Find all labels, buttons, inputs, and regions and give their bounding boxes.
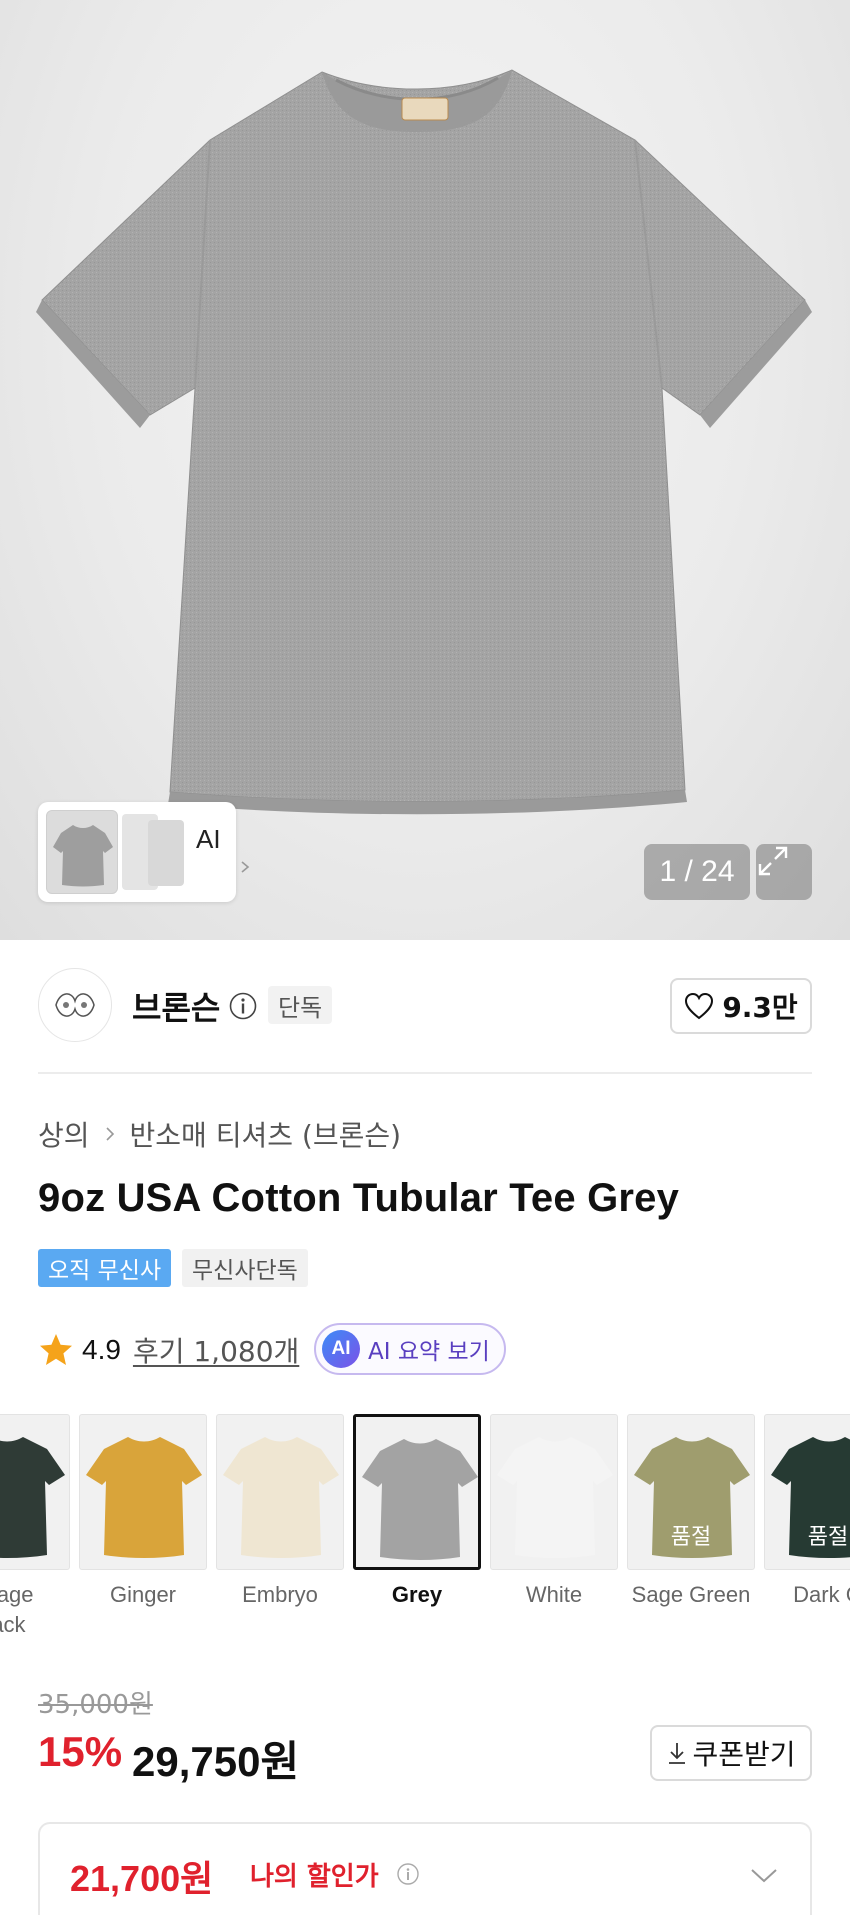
- coupon-button[interactable]: 쿠폰받기: [650, 1725, 812, 1781]
- like-count: 9.3만: [722, 991, 798, 1024]
- rating-score: 4.9: [82, 1334, 121, 1365]
- my-discount-panel[interactable]: 21,700원 나의 할인가: [38, 1822, 812, 1915]
- tag-musinsa-exclusive: 무신사단독: [182, 1249, 308, 1287]
- my-price: 21,700원: [70, 1858, 214, 1899]
- soldout-label: 품절: [807, 1525, 849, 1550]
- breadcrumb: 상의 반소매 티셔츠 (브론슨): [38, 1114, 401, 1154]
- my-price-label: 나의 할인가: [250, 1862, 379, 1892]
- swatch-label: Ginger: [109, 1582, 177, 1607]
- review-count-link[interactable]: 후기 1,080개: [133, 1330, 299, 1370]
- tshirt-image: [36, 69, 812, 815]
- chevron-down-icon[interactable]: [750, 1868, 778, 1884]
- star-icon: [40, 1334, 72, 1365]
- info-icon[interactable]: [396, 1862, 420, 1886]
- swatch-image: 품절: [764, 1414, 850, 1570]
- swatch-image: [353, 1414, 481, 1570]
- swatch-label: Sage Green: [631, 1582, 751, 1607]
- download-icon: [669, 1743, 686, 1764]
- color-swatch-grey[interactable]: Grey: [353, 1414, 481, 1610]
- rating-row: 4.9 후기 1,080개: [38, 1324, 299, 1376]
- color-swatch-vintage-black[interactable]: ntagelack: [0, 1414, 70, 1634]
- ai-label: AI: [196, 824, 221, 854]
- swatch-image: 품절: [627, 1414, 755, 1570]
- color-swatch-embryo[interactable]: Embryo: [216, 1414, 344, 1610]
- soldout-label: 품절: [670, 1525, 712, 1550]
- chevron-right-icon: [241, 861, 250, 873]
- swatch-label: Dark G: [793, 1582, 850, 1607]
- swatch-image: [79, 1414, 207, 1570]
- like-button[interactable]: 9.3만: [670, 978, 812, 1034]
- swatch-label: Grey: [391, 1582, 443, 1607]
- exclusive-badge: 단독: [268, 986, 333, 1024]
- thumbnail-front: [46, 810, 118, 894]
- thumbnail-back: [148, 820, 184, 886]
- original-price: 35,000원: [38, 1690, 153, 1720]
- heart-icon: [685, 992, 714, 1020]
- color-swatch-dark-green[interactable]: 품절 Dark G: [764, 1414, 850, 1610]
- expand-button[interactable]: [756, 844, 812, 900]
- color-swatch-sage-green[interactable]: 품절 Sage Green: [627, 1414, 755, 1610]
- ai-thumbnail-strip[interactable]: AI: [38, 802, 250, 902]
- breadcrumb-category[interactable]: 상의: [38, 1114, 90, 1154]
- coupon-label: 쿠폰받기: [692, 1738, 796, 1771]
- discount-rate: 15%: [38, 1728, 123, 1775]
- ai-summary-label: AI 요약 보기: [368, 1339, 490, 1365]
- color-swatch-ginger[interactable]: Ginger: [79, 1414, 207, 1610]
- info-icon[interactable]: [228, 991, 258, 1021]
- swatch-image: [0, 1414, 70, 1570]
- swatch-image: [216, 1414, 344, 1570]
- swatch-label: ntagelack: [0, 1582, 34, 1634]
- color-options: ntagelack Ginger Embryo Grey White 품절 Sage Gre…: [0, 1414, 850, 1634]
- swatch-label: White: [525, 1582, 583, 1607]
- ai-summary-button[interactable]: AI AI 요약 보기: [314, 1323, 506, 1375]
- swatch-image: [490, 1414, 618, 1570]
- brand-name[interactable]: 브론슨: [132, 983, 220, 1029]
- tag-only-musinsa: 오직 무신사: [38, 1249, 172, 1287]
- sale-price: 29,750원: [132, 1738, 300, 1785]
- product-image[interactable]: AI 1 / 24: [0, 0, 850, 940]
- product-title: 9oz USA Cotton Tubular Tee Grey: [38, 1176, 680, 1220]
- swatch-label: Embryo: [242, 1582, 318, 1607]
- color-swatch-white[interactable]: White: [490, 1414, 618, 1610]
- ai-badge-icon: AI: [322, 1330, 360, 1368]
- divider: [38, 1072, 812, 1074]
- breadcrumb-subcategory[interactable]: 반소매 티셔츠 (브론슨): [130, 1114, 402, 1154]
- image-counter: 1 / 24: [644, 844, 750, 900]
- brand-logo-image: [55, 993, 95, 1017]
- expand-icon: [758, 846, 788, 876]
- chevron-right-icon: [105, 1127, 114, 1141]
- brand-logo[interactable]: [38, 968, 112, 1042]
